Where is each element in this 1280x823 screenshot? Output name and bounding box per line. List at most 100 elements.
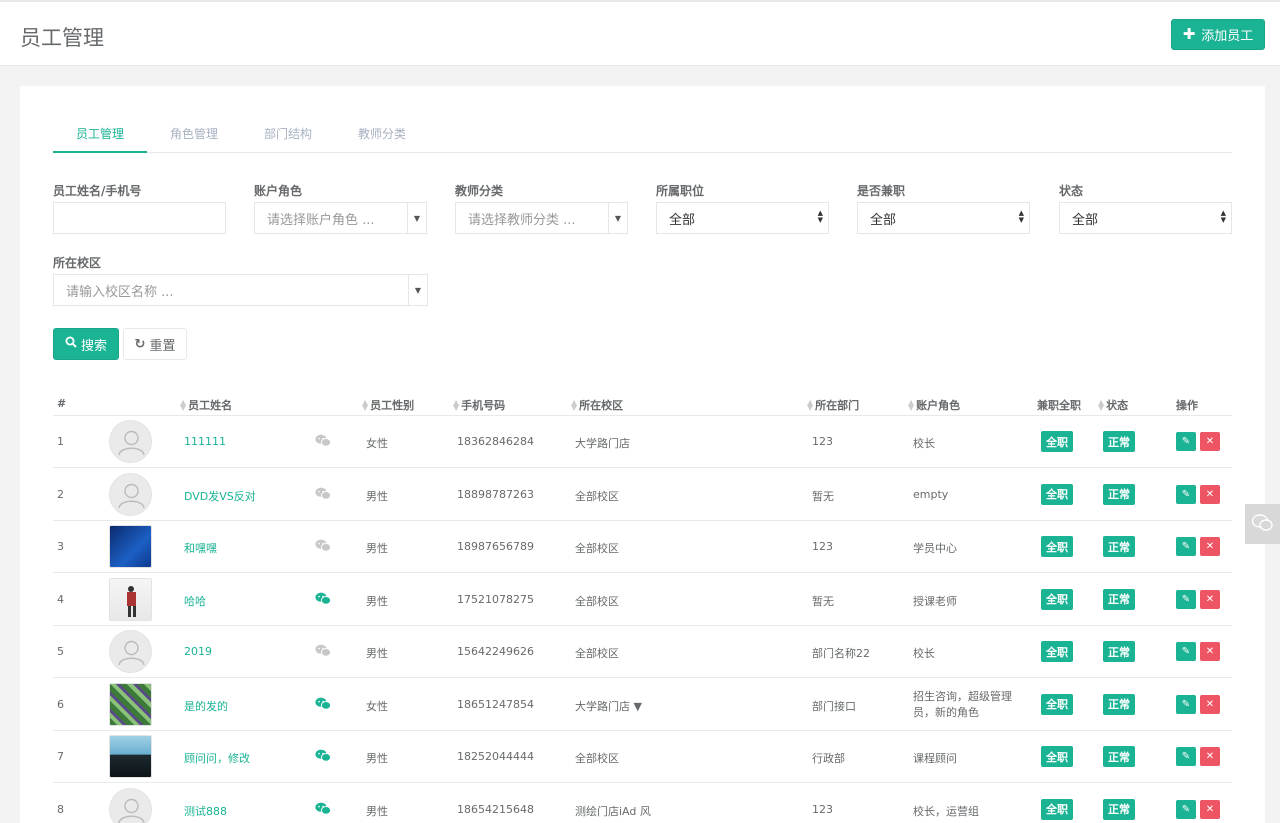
close-icon: ✕: [1205, 436, 1215, 447]
row-index: 8: [57, 802, 64, 816]
employment-type-badge: 全职: [1041, 693, 1073, 715]
page-title: 员工管理: [20, 26, 104, 50]
row-index: 7: [57, 750, 64, 763]
delete-button[interactable]: ✕: [1200, 694, 1220, 714]
phone-cell: 15642249626: [457, 645, 534, 658]
status-select[interactable]: 全部 ▲ ▼: [1059, 202, 1232, 234]
close-icon: ✕: [1205, 593, 1215, 605]
row-index: 1: [57, 435, 64, 448]
table-header: # ▲ ▼ 员工姓名 ▲ ▼ 员工性别 ▲ ▼ 手机号码 ▲ ▼ 所在校区 ▲ ▼ 所在部门 ▲ ▼ 账…: [53, 390, 1232, 416]
delete-button[interactable]: ✕: [1200, 432, 1220, 451]
edit-button[interactable]: ✎: [1176, 694, 1196, 714]
tab-employee-management[interactable]: 员工管理: [53, 116, 147, 153]
employee-name-link[interactable]: 是的发的: [184, 698, 228, 714]
avatar: [109, 630, 152, 673]
avatar: [109, 682, 152, 726]
role-cell: 授课老师: [913, 594, 957, 608]
employee-name-link[interactable]: 顾问问，修改: [184, 750, 250, 766]
delete-button[interactable]: ✕: [1200, 747, 1220, 766]
reset-button[interactable]: ↻ 重置: [123, 328, 187, 360]
col-gender[interactable]: ▲ ▼ 员工性别: [362, 397, 414, 413]
wechat-float-button[interactable]: [1245, 504, 1280, 544]
edit-button[interactable]: ✎: [1176, 432, 1196, 451]
delete-button[interactable]: ✕: [1200, 642, 1220, 661]
add-employee-label: 添加员工: [1201, 29, 1254, 44]
add-employee-button[interactable]: ✚ 添加员工: [1171, 19, 1265, 50]
refresh-icon: ↻: [134, 336, 146, 352]
employment-type-badge: 全职: [1041, 536, 1073, 557]
col-department[interactable]: ▲ ▼ 所在部门: [807, 397, 859, 413]
employment-type-badge: 全职: [1041, 588, 1073, 610]
col-name[interactable]: ▲ ▼ 员工姓名: [180, 397, 232, 413]
status-badge: 正常: [1103, 536, 1135, 557]
edit-button[interactable]: ✎: [1176, 642, 1196, 661]
employee-name-link[interactable]: 测试888: [184, 803, 227, 819]
sort-icon: ▲ ▼: [571, 398, 578, 412]
col-campus[interactable]: ▲ ▼ 所在校区: [571, 397, 623, 413]
avatar: [109, 787, 152, 823]
edit-button[interactable]: ✎: [1176, 747, 1196, 766]
employment-type-badge: 全职: [1041, 746, 1073, 767]
status-badge: 正常: [1103, 746, 1135, 767]
department-cell: 行政部: [812, 752, 845, 765]
pencil-icon: ✎: [1181, 698, 1191, 710]
employment-type-badge: 全职: [1041, 798, 1073, 820]
department-cell: 部门接口: [812, 699, 856, 713]
delete-button[interactable]: ✕: [1200, 799, 1220, 819]
delete-button[interactable]: ✕: [1200, 589, 1220, 609]
name-filter-label: 员工姓名/手机号: [53, 184, 142, 198]
parttime-select[interactable]: 全部 ▲ ▼: [857, 202, 1030, 234]
tab-teacher-category[interactable]: 教师分类: [335, 116, 429, 152]
gender-cell: 男性: [366, 647, 388, 660]
wechat-icon: [315, 434, 332, 450]
status-select-value: 全部: [1072, 212, 1099, 228]
table-row: 8 测试888 男性 18654215648 测绘门店iAd 风 123 校长，运营组 全职 正…: [53, 784, 1232, 823]
sort-icon: ▲ ▼: [1098, 398, 1105, 412]
delete-button[interactable]: ✕: [1200, 484, 1220, 504]
role-cell: 校长: [913, 437, 935, 450]
employee-name-link[interactable]: 2019: [184, 645, 212, 658]
employee-name-link[interactable]: DVD发VS反对: [184, 488, 256, 504]
phone-cell: 18898787263: [457, 487, 534, 501]
role-select[interactable]: 请选择账户角色 ... ▼: [254, 202, 427, 234]
sort-icon: ▲ ▼: [362, 398, 369, 412]
teacher-category-select[interactable]: 请选择教师分类 ... ▼: [455, 202, 628, 234]
campus-select[interactable]: 请输入校区名称 ... ▼: [53, 274, 428, 306]
row-index: 3: [57, 540, 64, 553]
sort-icon: ▲ ▼: [908, 398, 915, 412]
search-button[interactable]: 搜索: [53, 328, 119, 360]
updown-icon: ▲ ▼: [1220, 209, 1226, 224]
edit-button[interactable]: ✎: [1176, 484, 1196, 504]
edit-button[interactable]: ✎: [1176, 589, 1196, 609]
tab-role-management[interactable]: 角色管理: [147, 116, 241, 152]
col-phone[interactable]: ▲ ▼ 手机号码: [453, 397, 505, 413]
tab-department-structure[interactable]: 部门结构: [241, 116, 335, 152]
close-icon: ✕: [1205, 646, 1215, 657]
pencil-icon: ✎: [1181, 436, 1191, 447]
employee-name-link[interactable]: 111111: [184, 435, 226, 448]
position-select[interactable]: 全部 ▲ ▼: [656, 202, 829, 234]
phone-cell: 18987656789: [457, 540, 534, 553]
status-badge: 正常: [1103, 641, 1135, 662]
role-filter-label: 账户角色: [254, 184, 303, 198]
campus-cell: 全部校区: [575, 594, 619, 608]
employee-name-link[interactable]: 和嘿嘿: [184, 540, 217, 556]
top-header: 员工管理 ✚ 添加员工: [0, 0, 1280, 66]
campus-filter-label: 所在校区: [53, 256, 102, 270]
plus-icon: ✚: [1182, 25, 1196, 43]
col-status[interactable]: ▲ ▼ 状态: [1098, 397, 1128, 413]
gender-cell: 男性: [366, 752, 388, 765]
edit-button[interactable]: ✎: [1176, 537, 1196, 556]
close-icon: ✕: [1205, 541, 1215, 552]
updown-icon: ▲ ▼: [1018, 209, 1024, 224]
department-cell: 部门名称22: [812, 647, 870, 660]
role-cell: 课程顾问: [913, 752, 957, 765]
edit-button[interactable]: ✎: [1176, 799, 1196, 819]
employee-name-link[interactable]: 哈哈: [184, 593, 206, 609]
name-phone-input[interactable]: [53, 202, 226, 234]
wechat-icon: [315, 802, 332, 818]
avatar: [109, 420, 152, 463]
delete-button[interactable]: ✕: [1200, 537, 1220, 556]
col-role[interactable]: ▲ ▼ 账户角色: [908, 397, 960, 413]
role-cell: 校长，运营组: [913, 804, 979, 818]
